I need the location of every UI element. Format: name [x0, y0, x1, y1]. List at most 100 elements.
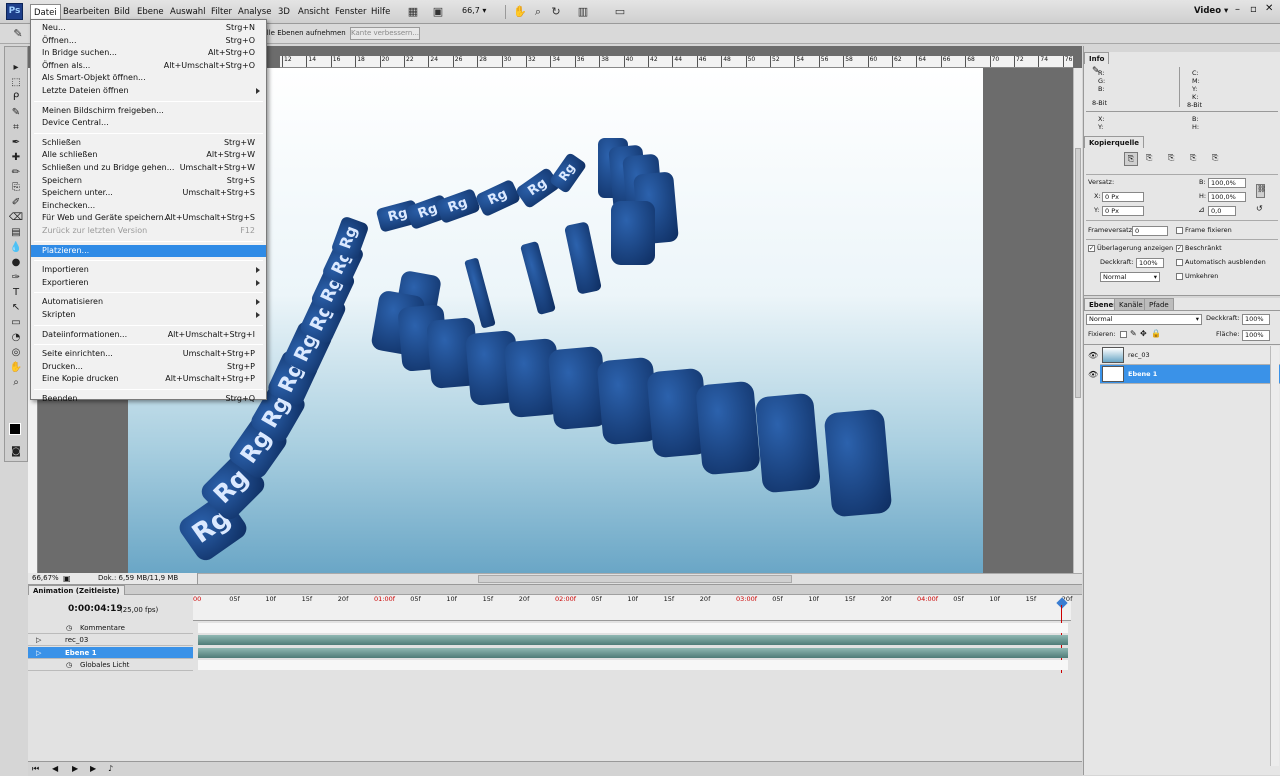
file-menu-item[interactable]: Eine Kopie drucken Alt+Umschalt+Strg+P — [31, 373, 266, 385]
expand-toggle-icon[interactable]: ▷ — [36, 634, 41, 646]
marquee-tool-icon[interactable]: ⬚ — [7, 76, 25, 90]
scale-h-field[interactable]: 100,0% — [1208, 192, 1246, 202]
layer-track-ebene-1[interactable]: Ebene 1 ▷ — [28, 646, 193, 659]
fill-field[interactable]: 100% — [1242, 330, 1270, 341]
file-menu-item[interactable]: Speichern unter... Umschalt+Strg+S — [31, 187, 266, 199]
menu-5[interactable]: Filter — [208, 4, 235, 20]
clone-source-2-icon[interactable]: ⎘ — [1146, 153, 1152, 163]
file-menu-item[interactable]: Schließen und zu Bridge gehen... Umschalt… — [31, 162, 266, 174]
hand-icon[interactable]: ✋ — [512, 4, 528, 19]
offset-x-field[interactable]: 0 Px — [1102, 192, 1144, 202]
overlay-opacity-field[interactable]: 100% — [1136, 258, 1164, 268]
file-menu-item[interactable]: Skripten — [31, 309, 266, 321]
screen-mode-icon[interactable]: ▭ — [612, 4, 628, 19]
lock-all-icon[interactable]: 🔒 — [1151, 329, 1161, 338]
offset-y-field[interactable]: 0 Px — [1102, 206, 1144, 216]
menu-3[interactable]: Ebene — [134, 4, 167, 20]
info-tab[interactable]: Info — [1084, 52, 1110, 64]
arrange-documents-icon[interactable]: ▥ — [575, 4, 591, 19]
prev-frame-icon[interactable]: ◀ — [52, 764, 58, 773]
zoom-tool-icon[interactable]: ⌕ — [7, 376, 25, 390]
file-menu-item[interactable]: Meinen Bildschirm freigeben... — [31, 105, 266, 117]
file-menu-item[interactable]: Schließen Strg+W — [31, 137, 266, 149]
menu-4[interactable]: Auswahl — [167, 4, 209, 20]
lock-position-icon[interactable]: ✥ — [1140, 329, 1147, 338]
menu-8[interactable]: Ansicht — [295, 4, 332, 20]
bridge-icon[interactable]: ▦ — [405, 4, 421, 19]
clone-source-5-icon[interactable]: ⎘ — [1212, 153, 1218, 163]
refine-edge-button[interactable]: Kante verbessern... — [350, 27, 420, 40]
vertical-scrollbar[interactable] — [1073, 68, 1082, 573]
file-menu-item[interactable]: Seite einrichten... Umschalt+Strg+P — [31, 348, 266, 360]
timeline-ruler[interactable]: 00 05f 10f 15f 20f 01:00f 05f 10f 15f 20f 02:00f 05… — [193, 595, 1072, 621]
minimize-icon[interactable]: – — [1235, 4, 1240, 15]
blur-tool-icon[interactable]: 💧 — [7, 241, 25, 255]
animation-tab[interactable]: Animation (Zeitleiste) — [28, 585, 125, 595]
shape-tool-icon[interactable]: ▭ — [7, 316, 25, 330]
pen-tool-icon[interactable]: ✑ — [7, 271, 25, 285]
file-menu-item[interactable]: Drucken... Strg+P — [31, 361, 266, 373]
file-menu-item[interactable]: Für Web und Geräte speichern... Alt+Umsch… — [31, 212, 266, 224]
quick-selection-tool-icon[interactable]: ✎ — [7, 106, 25, 120]
clone-source-1-icon[interactable]: ⎘ — [1124, 152, 1138, 166]
sample-all-layers-label[interactable]: Alle Ebenen aufnehmen — [262, 29, 346, 37]
eye-icon[interactable]: 👁 — [1088, 370, 1098, 379]
blend-mode-select[interactable]: Normal ▾ — [1086, 314, 1202, 325]
eraser-tool-icon[interactable]: ⌫ — [7, 211, 25, 225]
stopwatch-icon[interactable]: ◷ — [66, 622, 72, 634]
menu-0[interactable]: Datei — [30, 4, 61, 20]
menu-7[interactable]: 3D — [275, 4, 293, 20]
global-light-track[interactable]: Globales Licht ◷ — [28, 659, 193, 672]
current-time[interactable]: 0:00:04:19 — [68, 604, 123, 614]
file-menu-item[interactable]: Neu... Strg+N — [31, 22, 266, 34]
expand-toggle-icon[interactable]: ▷ — [36, 647, 41, 659]
eyedropper-tool-icon[interactable]: ✒ — [7, 136, 25, 150]
zoom-tool-icon[interactable]: ⌕ — [530, 4, 546, 19]
scale-w-field[interactable]: 100,0% — [1208, 178, 1246, 188]
lock-pixels-icon[interactable]: ✎ — [1130, 329, 1137, 338]
file-menu-item[interactable]: Speichern Strg+S — [31, 175, 266, 187]
view-extras-icon[interactable]: ▣ — [430, 4, 446, 19]
hscroll-thumb[interactable] — [478, 575, 792, 583]
comment-track[interactable]: Kommentare ◷ — [28, 622, 193, 634]
layer-track-rec-03[interactable]: rec_03 ▷ — [28, 634, 193, 647]
file-menu-item[interactable]: Device Central... — [31, 117, 266, 129]
stopwatch-icon[interactable]: ◷ — [66, 659, 72, 671]
eye-icon[interactable]: 👁 — [1088, 351, 1098, 360]
auto-hide-checkbox[interactable] — [1176, 259, 1183, 266]
3d-orbit-icon[interactable]: ◎ — [7, 346, 25, 360]
layer-rec-03[interactable]: rec_03 — [1100, 346, 1280, 365]
overlay-mode-select[interactable]: Normal ▾ — [1100, 272, 1160, 282]
layer-ebene-1[interactable]: Ebene 1 — [1100, 365, 1280, 384]
lock-frame-checkbox[interactable] — [1176, 227, 1183, 234]
quick-selection-icon[interactable]: ✎ — [10, 26, 26, 41]
gradient-tool-icon[interactable]: ▤ — [7, 226, 25, 240]
file-menu-item[interactable]: Automatisieren — [31, 296, 266, 308]
file-menu-item[interactable]: Alle schließen Alt+Strg+W — [31, 149, 266, 161]
file-menu-item[interactable]: Importieren — [31, 264, 266, 276]
healing-brush-icon[interactable]: ✚ — [7, 151, 25, 165]
file-menu-item[interactable]: Exportieren — [31, 277, 266, 289]
link-scale-icon[interactable]: ⛓ — [1256, 184, 1266, 198]
lasso-tool-icon[interactable]: ᑭ — [7, 91, 25, 105]
quick-mask-icon[interactable]: ◙ — [7, 445, 25, 459]
menu-10[interactable]: Hilfe — [368, 4, 393, 20]
play-icon[interactable]: ▶ — [72, 764, 78, 773]
3d-rotate-icon[interactable]: ◔ — [7, 331, 25, 345]
reset-transform-icon[interactable]: ↺ — [1256, 204, 1263, 213]
menu-9[interactable]: Fenster — [332, 4, 370, 20]
first-frame-icon[interactable]: ⏮ — [32, 764, 39, 774]
file-menu-item[interactable]: Öffnen als... Alt+Umschalt+Strg+O — [31, 60, 266, 72]
clone-stamp-icon[interactable]: ⎘ — [7, 181, 25, 195]
menu-1[interactable]: Bearbeiten — [60, 4, 113, 20]
file-menu-item[interactable]: Dateiinformationen... Alt+Umschalt+Strg+I — [31, 329, 266, 341]
file-menu-item[interactable]: In Bridge suchen... Alt+Strg+O — [31, 47, 266, 59]
file-menu-item[interactable]: Einchecken... — [31, 200, 266, 212]
zoom-select[interactable]: 66,7 ▾ — [462, 6, 498, 18]
move-tool-icon[interactable]: ▸ — [7, 61, 25, 75]
tab-paths[interactable]: Pfade — [1144, 298, 1174, 310]
angle-field[interactable]: 0,0 — [1208, 206, 1236, 216]
vscroll-thumb[interactable] — [1075, 148, 1081, 398]
next-frame-icon[interactable]: ▶ — [90, 764, 96, 773]
tab-channels[interactable]: Kanäle — [1114, 298, 1148, 310]
